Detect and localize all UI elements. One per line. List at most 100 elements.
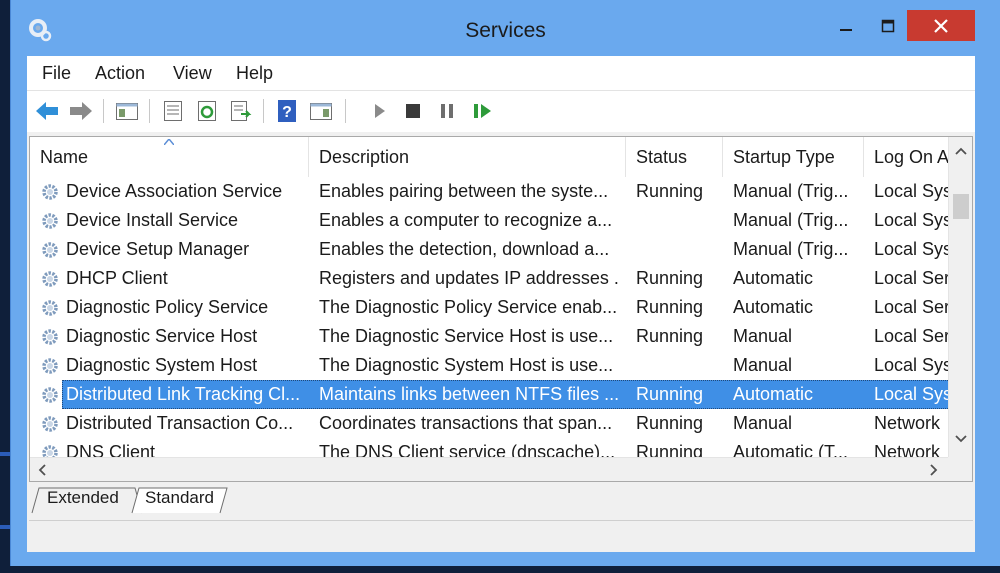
forward-button[interactable]: [67, 97, 95, 125]
show-hide-action-pane-button[interactable]: [307, 97, 335, 125]
menu-file[interactable]: File: [42, 63, 71, 84]
toolbar-separator: [263, 99, 264, 123]
cell-log-on-as: Local Sys: [874, 181, 950, 201]
cell-log-on-as: Local Sys: [874, 210, 950, 230]
client-area: File Action View Help ? Name Description…: [27, 56, 975, 552]
title-bar[interactable]: Services: [11, 0, 1000, 56]
cell-description: Enables a computer to recognize a...: [319, 210, 613, 230]
refresh-button[interactable]: [193, 97, 221, 125]
toolbar-separator: [345, 99, 346, 123]
menu-view[interactable]: View: [173, 63, 212, 84]
restart-service-icon: [474, 104, 491, 118]
cell-startup-type: Manual (Trig...: [733, 181, 849, 201]
column-header-log-on-as-label: Log On A: [874, 147, 950, 167]
list-rows: Device Association Service Enables pairi…: [30, 177, 950, 467]
svg-text:?: ?: [282, 104, 292, 121]
start-service-icon: [375, 104, 385, 118]
cell-name: Diagnostic Policy Service: [66, 297, 269, 317]
cell-name: DHCP Client: [66, 268, 168, 288]
tab-standard[interactable]: Standard: [145, 486, 214, 512]
column-header-startup-type[interactable]: Startup Type: [723, 137, 864, 177]
export-list-button[interactable]: [227, 97, 255, 125]
table-row[interactable]: DHCP Client Registers and updates IP add…: [30, 264, 950, 293]
table-row[interactable]: Device Setup Manager Enables the detecti…: [30, 235, 950, 264]
start-service-button[interactable]: [365, 97, 393, 125]
show-hide-action-pane-icon: [310, 103, 332, 120]
service-gear-icon: [42, 329, 58, 345]
scroll-left-icon[interactable]: [38, 464, 46, 476]
column-header-description[interactable]: Description: [309, 137, 626, 177]
scroll-right-icon[interactable]: [930, 464, 938, 476]
refresh-icon: [198, 101, 216, 121]
services-window: Services File Action View Help ? Name De…: [10, 0, 1000, 566]
help-button[interactable]: ?: [273, 97, 301, 125]
table-row-selected[interactable]: Distributed Link Tracking Cl... Maintain…: [30, 380, 950, 409]
cell-status: Running: [636, 181, 704, 201]
service-gear-icon: [42, 213, 58, 229]
toolbar: ?: [27, 90, 975, 132]
cell-name: Distributed Transaction Co...: [66, 413, 294, 433]
stop-service-button[interactable]: [399, 97, 427, 125]
cell-startup-type: Automatic: [733, 384, 814, 404]
horizontal-scrollbar[interactable]: [30, 457, 950, 481]
table-row[interactable]: Diagnostic System Host The Diagnostic Sy…: [30, 351, 950, 380]
cell-status: Running: [636, 384, 704, 404]
service-gear-icon: [42, 300, 58, 316]
table-row[interactable]: Device Association Service Enables pairi…: [30, 177, 950, 206]
cell-name: Distributed Link Tracking Cl...: [66, 384, 301, 404]
column-header-log-on-as[interactable]: Log On A: [864, 137, 950, 177]
show-hide-console-tree-icon: [116, 103, 138, 120]
cell-description: Enables pairing between the syste...: [319, 181, 609, 201]
column-header-status[interactable]: Status: [626, 137, 723, 177]
pause-service-button[interactable]: [433, 97, 461, 125]
menu-help[interactable]: Help: [236, 63, 273, 84]
cell-startup-type: Manual (Trig...: [733, 239, 849, 259]
cell-description: The Diagnostic Service Host is use...: [319, 326, 614, 346]
column-header-name[interactable]: Name: [30, 137, 309, 177]
services-list[interactable]: Name Description Status Startup Type Log…: [29, 136, 973, 482]
cell-name: Diagnostic Service Host: [66, 326, 258, 346]
view-tabs: Extended Standard: [27, 482, 975, 516]
cell-name: Device Setup Manager: [66, 239, 250, 259]
vertical-scrollbar[interactable]: [948, 137, 972, 457]
properties-button[interactable]: [159, 97, 187, 125]
column-header-name-label: Name: [40, 147, 89, 167]
scroll-down-icon[interactable]: [955, 435, 967, 443]
menu-action[interactable]: Action: [95, 63, 145, 84]
minimize-button[interactable]: [823, 10, 869, 41]
toolbar-separator: [149, 99, 150, 123]
cell-description: Maintains links between NTFS files ...: [319, 384, 619, 404]
cell-description: The Diagnostic System Host is use...: [319, 355, 614, 375]
cell-name: Device Association Service: [66, 181, 283, 201]
cell-startup-type: Manual (Trig...: [733, 210, 849, 230]
column-header-description-label: Description: [319, 147, 410, 167]
stop-service-icon: [406, 104, 420, 118]
properties-icon: [164, 101, 182, 121]
show-hide-console-tree-button[interactable]: [113, 97, 141, 125]
table-row[interactable]: Diagnostic Policy Service The Diagnostic…: [30, 293, 950, 322]
pause-service-icon: [441, 104, 453, 118]
table-row[interactable]: Device Install Service Enables a compute…: [30, 206, 950, 235]
tab-extended[interactable]: Extended: [47, 486, 119, 512]
close-button[interactable]: [907, 10, 975, 41]
back-button[interactable]: [33, 97, 61, 125]
restart-service-button[interactable]: [469, 97, 497, 125]
service-gear-icon: [42, 184, 58, 200]
export-list-icon: [231, 101, 252, 121]
maximize-icon: [881, 19, 895, 32]
scroll-up-icon[interactable]: [955, 147, 967, 155]
cell-name: Device Install Service: [66, 210, 239, 230]
cell-description: Coordinates transactions that span...: [319, 413, 613, 433]
list-header: Name Description Status Startup Type Log…: [30, 137, 950, 177]
maximize-button[interactable]: [869, 10, 907, 41]
back-icon: [36, 102, 58, 120]
service-gear-icon: [42, 416, 58, 432]
cell-status: Running: [636, 413, 704, 433]
cell-startup-type: Automatic: [733, 297, 814, 317]
cell-log-on-as: Local Sys: [874, 355, 950, 375]
cell-description: The Diagnostic Policy Service enab...: [319, 297, 618, 317]
table-row[interactable]: Distributed Transaction Co... Coordinate…: [30, 409, 950, 438]
table-row[interactable]: Diagnostic Service Host The Diagnostic S…: [30, 322, 950, 351]
vertical-scroll-thumb[interactable]: [953, 194, 969, 219]
scrollbar-corner: [948, 457, 972, 481]
